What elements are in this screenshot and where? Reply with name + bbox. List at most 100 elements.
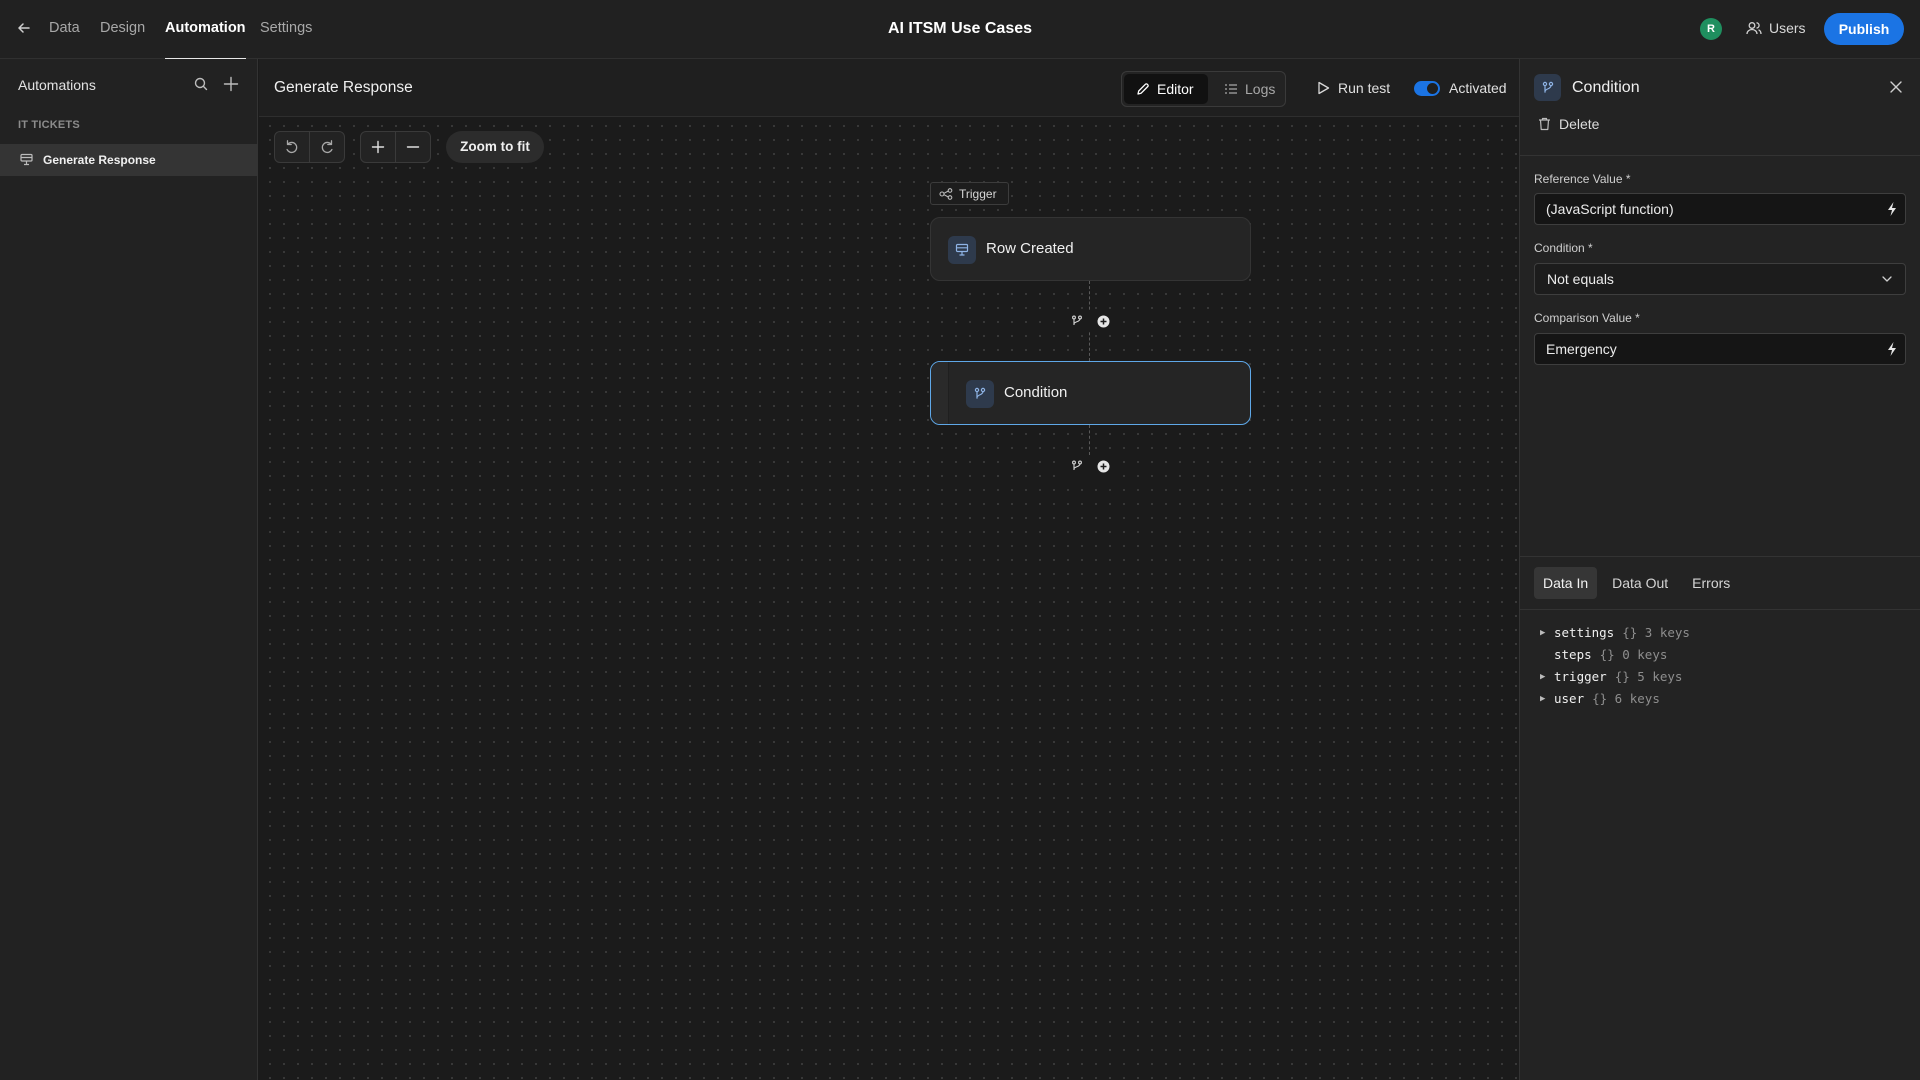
reference-value-text: (JavaScript function): [1546, 201, 1674, 217]
node-label: Condition: [1004, 384, 1068, 401]
users-button[interactable]: Users: [1746, 16, 1806, 40]
history-controls: [274, 131, 345, 163]
undo-icon: [286, 140, 298, 154]
tab-data-in[interactable]: Data In: [1534, 567, 1598, 599]
divider: [1520, 556, 1920, 557]
node-label: Row Created: [986, 240, 1074, 257]
app-title: AI ITSM Use Cases: [887, 20, 1033, 37]
tab-errors[interactable]: Errors: [1683, 567, 1739, 599]
zoom-to-fit-button[interactable]: Zoom to fit: [446, 131, 544, 163]
automation-title: Generate Response: [274, 79, 413, 96]
connector-line: [1089, 425, 1090, 455]
step-settings-panel: Condition Delete Reference Value * (Java…: [1519, 59, 1920, 1080]
users-label: Users: [1769, 20, 1806, 36]
users-icon: [1746, 21, 1762, 35]
add-step-icon[interactable]: [1095, 313, 1111, 329]
delete-button[interactable]: Delete: [1538, 114, 1599, 134]
divider: [1520, 609, 1920, 610]
add-icon[interactable]: [222, 75, 240, 93]
delete-label: Delete: [1559, 116, 1600, 132]
logs-label: Logs: [1245, 81, 1276, 97]
comparison-value-input[interactable]: Emergency: [1534, 333, 1906, 365]
toggle-knob: [1427, 83, 1438, 94]
step-actions: [1065, 455, 1115, 477]
data-tabs: Data In Data Out Errors: [1534, 567, 1739, 599]
nav-tab-automation[interactable]: Automation: [165, 0, 246, 60]
tree-key: steps: [1554, 647, 1592, 662]
canvas-header: Generate Response Editor Logs Run test A…: [259, 59, 1519, 117]
run-test-button[interactable]: Run test: [1317, 59, 1390, 117]
chevron-down-icon: [1881, 273, 1893, 285]
play-icon: [1317, 81, 1330, 95]
redo-icon: [322, 140, 333, 154]
flow-node-condition[interactable]: Condition: [930, 361, 1251, 425]
step-actions: [1065, 310, 1115, 332]
publish-button[interactable]: Publish: [1824, 13, 1904, 45]
branch-icon: [966, 380, 994, 408]
flow-node-row-created[interactable]: Row Created: [930, 217, 1251, 281]
zoom-controls: [360, 131, 431, 163]
trigger-tag-label: Trigger: [959, 186, 997, 201]
activated-toggle[interactable]: [1414, 81, 1440, 96]
activated-label: Activated: [1449, 80, 1507, 96]
caret-right-icon: ▶: [1540, 628, 1546, 638]
user-avatar[interactable]: R: [1700, 18, 1722, 40]
divider: [1520, 155, 1920, 156]
view-toggle: Editor Logs: [1121, 71, 1286, 107]
table-icon: [20, 153, 33, 166]
tree-key: trigger: [1554, 669, 1607, 684]
condition-select[interactable]: Not equals: [1534, 263, 1906, 295]
undo-button[interactable]: [275, 132, 309, 162]
trigger-tag: Trigger: [930, 182, 1009, 205]
automations-sidebar: Automations IT TICKETS Generate Response: [0, 59, 258, 1080]
drag-handle[interactable]: [931, 362, 949, 424]
top-bar: Data Design Automation Settings AI ITSM …: [0, 0, 1920, 60]
tree-key: settings: [1554, 625, 1615, 640]
pencil-icon: [1136, 82, 1150, 96]
comparison-value-text: Emergency: [1546, 341, 1617, 357]
tree-meta: {} 0 keys: [1599, 647, 1668, 662]
tree-row-user[interactable]: ▶ user {} 6 keys: [1540, 688, 1690, 710]
tree-meta: {} 3 keys: [1622, 625, 1690, 640]
caret-right-icon: ▶: [1540, 672, 1546, 682]
nav-tab-design[interactable]: Design: [100, 0, 145, 59]
reference-value-input[interactable]: (JavaScript function): [1534, 193, 1906, 225]
automation-canvas[interactable]: Generate Response Editor Logs Run test A…: [259, 59, 1519, 1080]
redo-button[interactable]: [309, 132, 344, 162]
tree-row-steps[interactable]: steps {} 0 keys: [1540, 644, 1690, 666]
sidebar-title: Automations: [18, 77, 96, 93]
data-tree: ▶ settings {} 3 keys steps {} 0 keys ▶ t…: [1540, 622, 1690, 710]
trigger-icon: [939, 187, 953, 200]
condition-selected-value: Not equals: [1547, 271, 1614, 287]
comparison-value-label: Comparison Value *: [1534, 311, 1640, 325]
minus-icon: [407, 146, 420, 148]
sidebar-section-label: IT TICKETS: [18, 119, 80, 131]
trash-icon: [1538, 117, 1551, 131]
editor-tab[interactable]: Editor: [1124, 74, 1208, 104]
plus-icon: [372, 140, 385, 154]
search-icon[interactable]: [192, 75, 210, 93]
table-icon: [948, 236, 976, 264]
tree-key: user: [1554, 691, 1585, 706]
tree-meta: {} 5 keys: [1614, 669, 1683, 684]
zoom-out-button[interactable]: [395, 132, 430, 162]
tree-meta: {} 6 keys: [1592, 691, 1660, 706]
panel-title: Condition: [1572, 79, 1640, 96]
caret-right-icon: ▶: [1540, 694, 1546, 704]
close-icon[interactable]: [1888, 79, 1904, 95]
nav-tab-data[interactable]: Data: [49, 0, 80, 59]
lightning-bolt-icon[interactable]: [1885, 341, 1899, 357]
branch-icon[interactable]: [1069, 458, 1085, 474]
branch-icon[interactable]: [1069, 313, 1085, 329]
lightning-bolt-icon[interactable]: [1885, 201, 1899, 217]
nav-tab-settings[interactable]: Settings: [260, 0, 312, 59]
sidebar-item-generate-response[interactable]: Generate Response: [0, 144, 258, 176]
tree-row-settings[interactable]: ▶ settings {} 3 keys: [1540, 622, 1690, 644]
tree-row-trigger[interactable]: ▶ trigger {} 5 keys: [1540, 666, 1690, 688]
zoom-in-button[interactable]: [361, 132, 395, 162]
tab-data-out[interactable]: Data Out: [1603, 567, 1677, 599]
back-arrow-icon[interactable]: [16, 20, 32, 36]
logs-tab[interactable]: Logs: [1212, 74, 1287, 104]
add-step-icon[interactable]: [1095, 458, 1111, 474]
run-test-label: Run test: [1338, 80, 1391, 96]
